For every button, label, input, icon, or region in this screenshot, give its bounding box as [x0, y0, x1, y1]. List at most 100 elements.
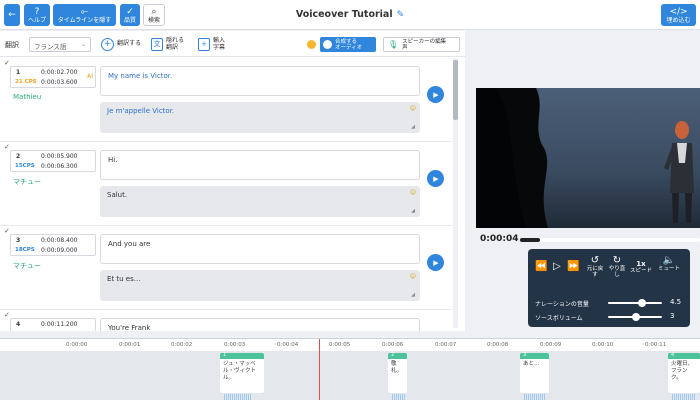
playhead[interactable] [319, 339, 320, 400]
slider-knob[interactable] [632, 313, 640, 321]
chevron-down-icon: ⌄ [80, 41, 86, 48]
segment-scrollbar[interactable] [453, 58, 458, 328]
translate-button[interactable]: + 翻訳する [101, 36, 141, 53]
hidden-translate-button[interactable]: 文 隠れる 翻訳 [151, 36, 184, 53]
segment-number: 2 [16, 153, 21, 160]
translate-button-label: 翻訳する [117, 40, 142, 48]
source-text-field[interactable]: My name is Victor. [100, 66, 420, 96]
timeline-ruler[interactable]: 0:00:00 0:00:01 0:00:02 0:00:03 0:00:04 … [0, 339, 700, 351]
cps-value: 21 CPS [15, 79, 37, 85]
source-volume-slider[interactable] [608, 313, 662, 321]
source-volume-label: ソースボリューム [535, 315, 583, 322]
play-icon: ▶ [433, 174, 439, 183]
resize-handle-icon[interactable]: ◢ [411, 208, 415, 214]
mute-button[interactable]: 🔈 ミュート [655, 255, 683, 272]
play-icon[interactable]: ▷ [553, 261, 561, 272]
rewind-icon[interactable]: ⏪ [535, 261, 547, 272]
play-icon: ▶ [433, 258, 439, 267]
undo-label-2: す [592, 272, 598, 278]
narration-volume-slider[interactable] [608, 299, 662, 307]
segment-row: ✓ 4 0:00:11.200 You're Frank [0, 310, 452, 331]
source-volume-value: 3 [670, 312, 675, 320]
target-text-field[interactable]: Salut. ☺ ◢ [100, 186, 420, 217]
play-segment-button[interactable]: ▶ [427, 254, 444, 271]
check-icon: ✓ [4, 311, 10, 319]
start-time[interactable]: 0:00:02.700 [41, 69, 78, 76]
resize-handle-icon[interactable]: ◢ [411, 292, 415, 298]
end-time[interactable]: 0:00:06.300 [41, 163, 78, 170]
video-preview[interactable] [476, 88, 700, 228]
block-number: 4 [671, 352, 675, 358]
source-text-field[interactable]: And you are [100, 234, 420, 264]
redo-button[interactable]: ↻ やり直 し [607, 255, 627, 278]
block-text: あと... [523, 361, 540, 367]
page-title: Voiceover Tutorial [295, 9, 393, 20]
speed-label: スピード [629, 268, 652, 274]
play-segment-button[interactable]: ▶ [427, 170, 444, 187]
segment-row: ✓ 1 21 CPS 0:00:02.700 0:00:03.600 AI Ma… [0, 58, 452, 142]
play-segment-button[interactable]: ▶ [427, 86, 444, 103]
target-text-field[interactable]: Je m'appelle Victor. ☺ ◢ [100, 102, 420, 133]
tick-label: 0:00:11 [645, 342, 667, 348]
narration-volume-value: 4.5 [670, 298, 682, 306]
edit-title-icon[interactable]: ✎ [397, 10, 405, 20]
emoji-icon[interactable]: ☺ [410, 105, 416, 112]
ai-icon: AI [87, 73, 93, 80]
slider-knob[interactable] [638, 299, 646, 307]
undo-button[interactable]: ↺ 元に戻 す [584, 255, 606, 278]
timeline-block[interactable]: 2 敬礼。 [388, 352, 407, 393]
redo-icon: ↻ [612, 255, 622, 266]
resize-handle-icon[interactable]: ◢ [411, 124, 415, 130]
synthesize-audio-toggle[interactable]: 合成する オーディオ [320, 37, 376, 52]
emoji-icon[interactable]: ☺ [410, 273, 416, 280]
language-select[interactable]: フランス語 ⌄ [29, 37, 91, 52]
source-text-field[interactable]: Hi. [100, 150, 420, 180]
import-subs-line2: 字幕 [213, 43, 226, 51]
narration-volume-label: ナレーションの音量 [535, 301, 589, 308]
speed-button[interactable]: 1x スピード [628, 261, 654, 275]
timeline-block[interactable]: 1 ジュ・マッベル・ヴィクトル。 [220, 352, 264, 393]
end-time[interactable]: 0:00:09.000 [41, 247, 78, 254]
scrollbar-thumb[interactable] [453, 60, 458, 120]
edit-speaker-voice-button[interactable]: 🎙 スピーカーの編集声 [383, 37, 460, 52]
fast-forward-icon[interactable]: ⏩ [567, 261, 579, 272]
start-time[interactable]: 0:00:11.200 [41, 321, 78, 328]
speaker-name[interactable]: Mathieu [13, 93, 41, 101]
source-text-field[interactable]: You're Frank [100, 318, 420, 331]
timeline-block[interactable]: 3 あと... [520, 352, 549, 393]
speaker-edit-line1: スピーカーの編集 [402, 38, 447, 45]
segment-meta: 4 0:00:11.200 [10, 318, 96, 331]
tick-label: 0:00:08 [487, 342, 509, 348]
segment-number: 3 [16, 237, 21, 244]
timeline-block[interactable]: 4 火曜日、フランク。 [668, 352, 700, 393]
translate-label: 翻訳 [5, 41, 19, 49]
translation-toolbar: 翻訳 フランス語 ⌄ + 翻訳する 文 隠れる 翻訳 + 輸入 字幕 合成する オーデ… [0, 31, 465, 57]
synth-line2: オーディオ [335, 44, 363, 51]
target-text: Salut. [107, 191, 128, 199]
code-icon: </> [669, 6, 688, 17]
block-number: 3 [523, 352, 527, 358]
import-subtitles-button[interactable]: + 輸入 字幕 [198, 36, 225, 53]
end-time[interactable]: 0:00:03.600 [41, 79, 78, 86]
tick-label: 0:00:06 [382, 342, 404, 348]
tick-label: 0:00:02 [171, 342, 193, 348]
seek-progress [520, 238, 540, 242]
language-value: フランス語 [34, 43, 67, 51]
emoji-icon[interactable]: ☺ [410, 189, 416, 196]
tick-label: 0:00:00 [66, 342, 88, 348]
preview-panel: 0:00:04 ⏪ ▷ ⏩ ↺ 元に戻 す ↻ やり直 し 1x スピード 🔈 … [466, 31, 700, 331]
timeline[interactable]: 0:00:00 0:00:01 0:00:02 0:00:03 0:00:04 … [0, 338, 700, 400]
segment-meta: 2 15CPS 0:00:05.900 0:00:06.300 [10, 150, 96, 172]
seek-bar[interactable] [520, 238, 700, 242]
microphone-icon: 🎙 [388, 39, 399, 49]
start-time[interactable]: 0:00:08.400 [41, 237, 78, 244]
embed-button[interactable]: </> 埋め込む [661, 4, 696, 26]
speaker-name[interactable]: マチュー [13, 261, 41, 271]
top-bar: ← ? ヘルプ ⟜ タイムラインを隠す ✓ 品質 ⌕ 検索 Voiceover … [0, 0, 700, 30]
target-text-field[interactable]: Et tu es... ☺ ◢ [100, 270, 420, 301]
audio-waveform [224, 394, 252, 400]
start-time[interactable]: 0:00:05.900 [41, 153, 78, 160]
segment-row: ✓ 2 15CPS 0:00:05.900 0:00:06.300 マチュー H… [0, 142, 452, 226]
speaker-name[interactable]: マチュー [13, 177, 41, 187]
toggle-knob [323, 40, 332, 49]
